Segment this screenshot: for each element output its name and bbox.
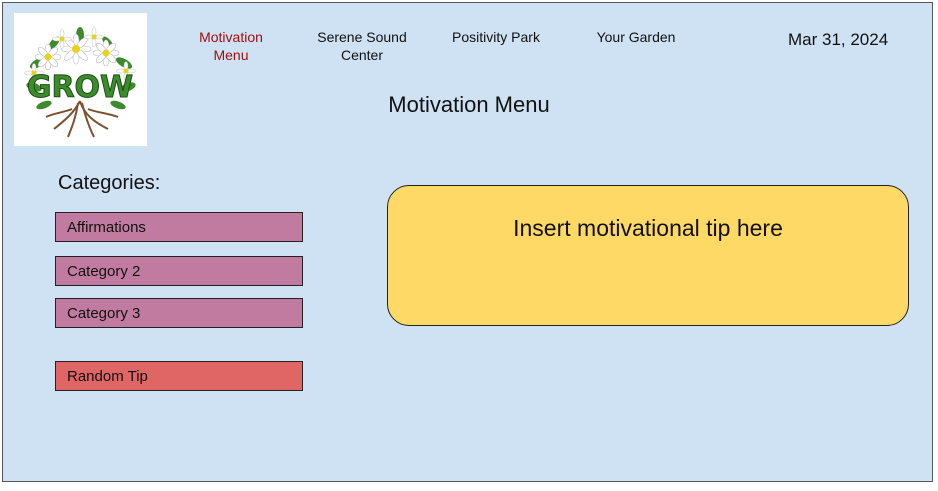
category-button-affirmations[interactable]: Affirmations	[55, 212, 303, 242]
category-button-3[interactable]: Category 3	[55, 298, 303, 328]
nav-item-label: Positivity Park	[452, 29, 540, 45]
category-button-2[interactable]: Category 2	[55, 256, 303, 286]
category-button-label: Category 3	[67, 305, 141, 322]
categories-heading: Categories:	[58, 172, 161, 194]
page-title: Motivation Menu	[388, 92, 550, 117]
nav-item-serene-sound-center[interactable]: Serene Sound Center	[310, 28, 414, 64]
motivational-tip-card: Insert motivational tip here	[387, 185, 909, 326]
nav-item-label: Motivation Menu	[199, 29, 263, 63]
nav-item-motivation-menu[interactable]: Motivation Menu	[196, 28, 266, 64]
nav-item-your-garden[interactable]: Your Garden	[590, 28, 682, 46]
nav-item-label: Your Garden	[596, 29, 676, 45]
category-button-label: Affirmations	[67, 219, 146, 236]
motivational-tip-text: Insert motivational tip here	[513, 215, 783, 241]
random-tip-label: Random Tip	[67, 368, 148, 385]
nav-item-positivity-park[interactable]: Positivity Park	[446, 28, 546, 46]
logo-icon: GROW	[24, 27, 136, 138]
category-button-label: Category 2	[67, 263, 141, 280]
random-tip-button[interactable]: Random Tip	[55, 361, 303, 391]
current-date: Mar 31, 2024	[788, 30, 889, 49]
nav-item-label: Serene Sound Center	[317, 29, 407, 63]
page-title-container: Motivation Menu	[0, 92, 938, 118]
grow-logo[interactable]: GROW	[14, 13, 147, 146]
